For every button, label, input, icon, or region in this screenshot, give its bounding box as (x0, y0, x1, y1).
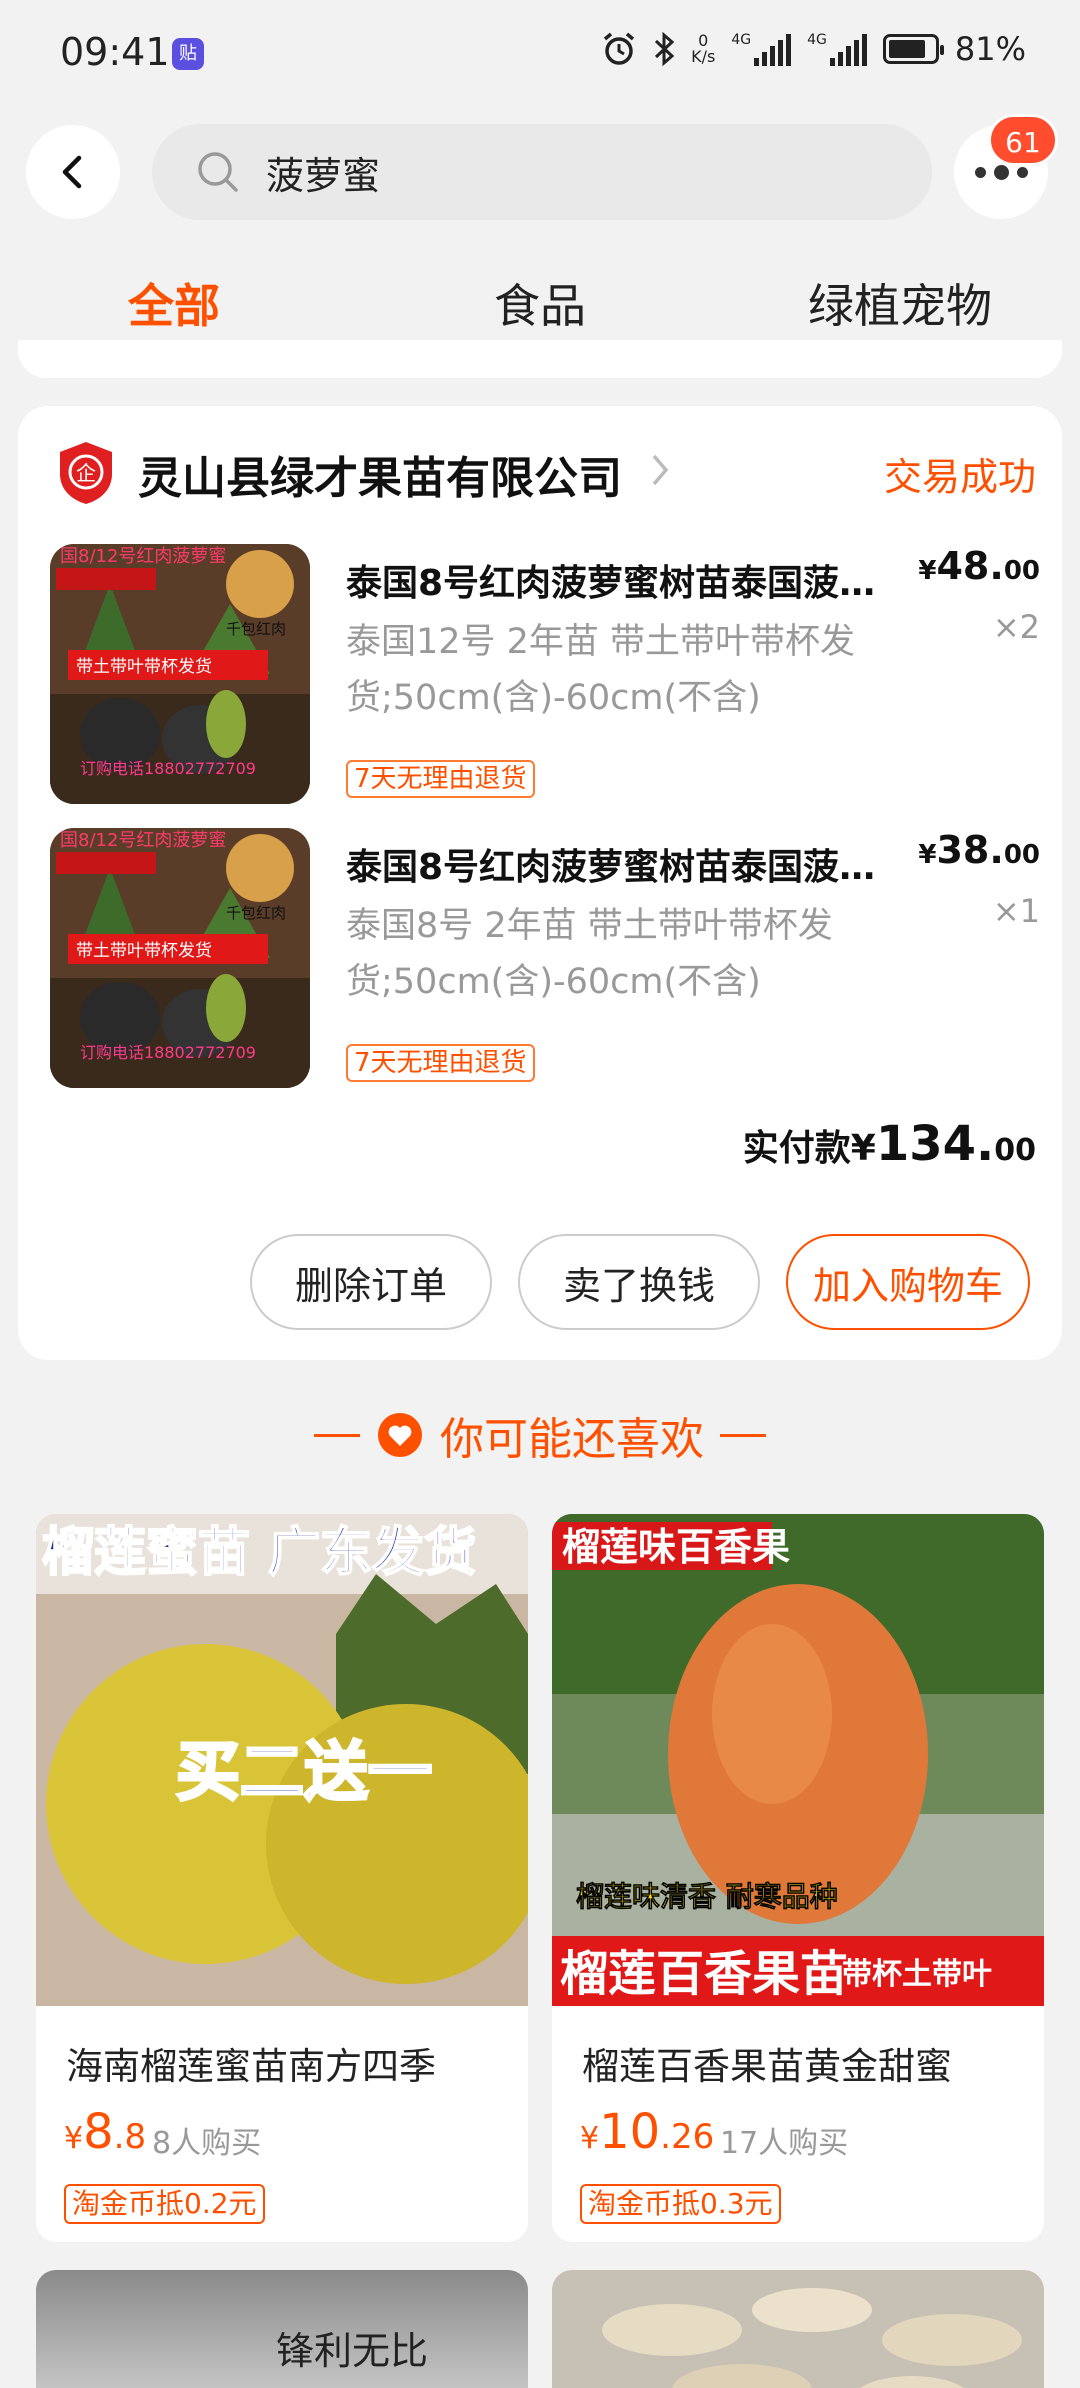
svg-text:带土带叶带杯发货: 带土带叶带杯发货 (76, 941, 212, 961)
item-price: ¥48.00 (918, 544, 1040, 588)
back-button[interactable] (26, 125, 120, 219)
coin-discount-tag: 淘金币抵0.3元 (580, 2184, 781, 2224)
tab-all[interactable]: 全部 (128, 270, 220, 336)
chevron-left-icon (62, 155, 82, 189)
previous-order-card (18, 340, 1062, 378)
return-policy-tag: 7天无理由退货 (346, 760, 535, 798)
return-policy-tag: 7天无理由退货 (346, 1044, 535, 1082)
tab-plants-pets[interactable]: 绿植宠物 (808, 270, 992, 336)
enterprise-shop-icon: 企 (60, 442, 112, 504)
svg-text:订购电话18802772709: 订购电话18802772709 (80, 759, 256, 778)
product-thumbnail[interactable]: 国8/12号红肉菠萝蜜 带土带叶带杯发货 千包红肉 订购电话1880277270… (50, 544, 310, 804)
dot-icon (993, 164, 1009, 180)
dot-icon (974, 166, 986, 178)
svg-text:企: 企 (76, 461, 96, 485)
status-bar: 09:41 贴 0 K/s 4G 4G 81% (0, 0, 1080, 100)
alarm-icon (604, 32, 635, 65)
product-image[interactable]: 榴莲蜜苗 广东发货 买二送一 (36, 1514, 528, 2006)
svg-text:千包红肉: 千包红肉 (226, 904, 286, 922)
product-name: 海南榴莲蜜苗南方四季 (66, 2045, 436, 2088)
svg-text:带杯土带叶: 带杯土带叶 (842, 1957, 992, 1992)
tab-food[interactable]: 食品 (494, 270, 586, 336)
item-quantity: ×2 (992, 608, 1040, 646)
status-time: 09:41 (60, 30, 170, 74)
svg-text:榴莲蜜苗 广东发货: 榴莲蜜苗 广东发货 (42, 1523, 476, 1583)
svg-text:千包红肉: 千包红肉 (226, 620, 286, 638)
product-price: ¥8.8 (64, 2104, 147, 2160)
sell-button[interactable]: 卖了换钱 (518, 1234, 760, 1330)
product-name: 榴莲百香果苗黄金甜蜜 (582, 2045, 952, 2088)
order-status: 交易成功 (883, 455, 1036, 499)
message-count-badge: 61 (988, 114, 1058, 166)
order-item[interactable]: 国8/12号红肉菠萝蜜 带土带叶带杯发货 千包红肉 订购电话1880277270… (50, 544, 1040, 804)
paid-total: 实付款¥134.00 (742, 1116, 1036, 1172)
divider-left (314, 1433, 360, 1437)
buyer-count: 17人购买 (720, 2126, 849, 2161)
product-card[interactable]: 榴莲蜜苗 广东发货 买二送一 海南榴莲蜜苗南方四季 ¥8.8 8人购买 淘金币抵… (36, 1514, 528, 2242)
battery-icon (882, 34, 944, 64)
product-image[interactable]: 锋利无比 (36, 2270, 528, 2388)
item-title: 泰国8号红肉菠萝蜜树苗泰国菠萝蜜 (346, 563, 906, 604)
recommend-header: 你可能还喜欢 (0, 1400, 1080, 1470)
item-quantity: ×1 (992, 892, 1040, 930)
status-right: 0 K/s 4G 4G 81% (601, 30, 1026, 68)
item-price: ¥38.00 (918, 828, 1040, 872)
item-spec: 泰国8号 2年苗 带土带叶带杯发货;50cm(含)-60cm(不含) (346, 906, 833, 1002)
signal-2-icon: 4G (807, 32, 867, 66)
item-spec: 泰国12号 2年苗 带土带叶带杯发货;50cm(含)-60cm(不含) (346, 622, 856, 718)
delete-order-button[interactable]: 删除订单 (250, 1234, 492, 1330)
product-image[interactable]: 榴莲味百香果 榴莲味清香 耐寒品种 榴莲百香果苗 带杯土带叶 (552, 1514, 1044, 2006)
top-bar: 菠萝蜜 61 (0, 100, 1080, 240)
svg-text:订购电话18802772709: 订购电话18802772709 (80, 1043, 256, 1062)
signal-1-icon: 4G (731, 32, 792, 66)
search-icon (198, 152, 238, 192)
notification-app-icon: 贴 (172, 38, 204, 70)
recommend-title: 你可能还喜欢 (440, 1414, 704, 1465)
coin-discount-tag: 淘金币抵0.2元 (64, 2184, 265, 2224)
divider-right (720, 1433, 766, 1437)
battery-percent: 81% (954, 30, 1026, 68)
buyer-count: 8人购买 (152, 2126, 262, 2161)
product-thumbnail[interactable]: 国8/12号红肉菠萝蜜 带土带叶带杯发货 千包红肉 订购电话1880277270… (50, 828, 310, 1088)
product-image-caption: 锋利无比 (276, 2329, 429, 2373)
search-input[interactable]: 菠萝蜜 (152, 124, 932, 220)
product-card[interactable]: 榴莲味百香果 榴莲味清香 耐寒品种 榴莲百香果苗 带杯土带叶 榴莲百香果苗黄金甜… (552, 1514, 1044, 2242)
product-price: ¥10.26 (580, 2104, 715, 2160)
order-card[interactable]: 企 灵山县绿才果苗有限公司 交易成功 国8/12号红肉菠萝蜜 带土带叶带杯发货 … (18, 406, 1062, 1360)
add-to-cart-button[interactable]: 加入购物车 (786, 1234, 1030, 1330)
svg-text:国8/12号红肉菠萝蜜: 国8/12号红肉菠萝蜜 (60, 546, 226, 567)
product-card[interactable]: 锋利无比 (36, 2270, 528, 2388)
net-speed: 0 K/s (691, 31, 716, 66)
category-tabs: 全部 食品 绿植宠物 (0, 250, 1080, 350)
svg-text:买二送一: 买二送一 (176, 1736, 432, 1810)
chevron-right-icon (652, 454, 669, 486)
search-query: 菠萝蜜 (266, 153, 381, 198)
svg-text:榴莲百香果苗: 榴莲百香果苗 (560, 1946, 848, 2002)
bluetooth-icon (655, 31, 675, 67)
product-card[interactable] (552, 2270, 1044, 2388)
heart-icon (378, 1413, 422, 1457)
item-title: 泰国8号红肉菠萝蜜树苗泰国菠萝蜜 (346, 847, 906, 888)
order-item[interactable]: 国8/12号红肉菠萝蜜 带土带叶带杯发货 千包红肉 订购电话1880277270… (50, 828, 1040, 1088)
svg-text:带土带叶带杯发货: 带土带叶带杯发货 (76, 657, 212, 677)
svg-text:国8/12号红肉菠萝蜜: 国8/12号红肉菠萝蜜 (60, 830, 226, 851)
svg-text:榴莲味清香 耐寒品种: 榴莲味清香 耐寒品种 (576, 1880, 838, 1913)
product-image[interactable] (552, 2270, 1044, 2388)
shop-name[interactable]: 灵山县绿才果苗有限公司 (138, 442, 622, 506)
svg-text:榴莲味百香果: 榴莲味百香果 (562, 1525, 790, 1569)
